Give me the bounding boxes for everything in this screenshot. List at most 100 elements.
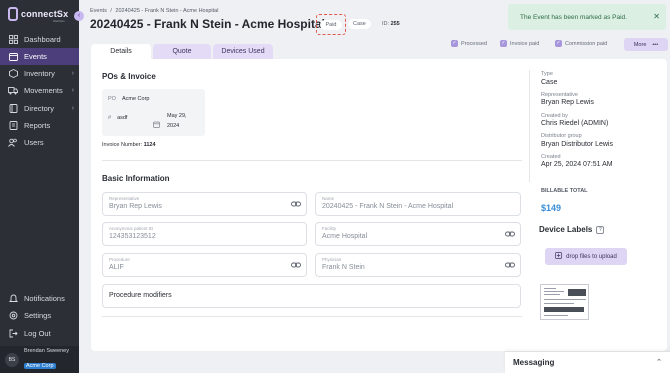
upload-icon <box>555 252 562 261</box>
tab-devices-used[interactable]: Devices Used <box>213 44 273 59</box>
commission-paid-checkbox[interactable]: ✓ Commission paid <box>555 40 607 47</box>
breadcrumb-current: 20240425 - Frank N Stein - Acme Hospital <box>115 8 219 14</box>
po-card[interactable]: PO Acme Corp # asdf May 29, 2024 <box>102 89 205 136</box>
close-icon[interactable]: ✕ <box>653 12 660 21</box>
tab-details[interactable]: Details <box>91 44 151 59</box>
user-name: Brendan Sweeney <box>24 347 69 354</box>
paid-chip: Paid <box>320 19 342 30</box>
representative-field[interactable]: Representative Bryan Rep Lewis <box>102 192 307 216</box>
procedure-modifiers-field[interactable]: Procedure modifiers <box>102 284 521 308</box>
chevron-left-icon[interactable]: ‹ <box>74 11 84 21</box>
invoice-value: 1124 <box>143 142 156 148</box>
procedure-field[interactable]: Procedure ALIF <box>102 253 307 277</box>
field-value: Acme Hospital <box>322 233 368 240</box>
link-icon[interactable] <box>291 261 301 269</box>
divider <box>102 160 522 161</box>
nav-item-logout[interactable]: Log Out <box>0 325 79 342</box>
id-label: ID: <box>382 21 390 27</box>
nav-item-users[interactable]: Users <box>0 134 79 151</box>
user-info: Brendan Sweeney Acme Corp <box>24 348 69 372</box>
nav-label: Dashboard <box>24 35 61 44</box>
more-button[interactable]: More ••• <box>624 38 668 51</box>
truck-icon <box>8 86 18 96</box>
id-chip: ID: 255 <box>377 19 405 29</box>
physician-field[interactable]: Physician Frank N Stein <box>315 253 521 277</box>
nav-item-events[interactable]: Events <box>0 48 79 65</box>
basic-info-title: Basic Information <box>102 174 170 183</box>
nav-item-notifications[interactable]: Notifications <box>0 290 79 307</box>
patient-id-field[interactable]: Anonymous patient ID 124353123512 <box>102 222 307 246</box>
thumb-line <box>544 291 564 292</box>
type-value: Case <box>541 79 558 86</box>
dashboard-icon <box>8 35 18 45</box>
check-icon: ✓ <box>451 40 458 47</box>
created-value: Apr 25, 2024 07:51 AM <box>541 161 613 168</box>
field-label: Physician <box>322 257 342 262</box>
ellipsis-icon: ••• <box>652 41 659 48</box>
po-number-value: asdf <box>117 115 128 121</box>
field-label: Facility <box>322 226 337 231</box>
page-title: 20240425 - Frank N Stein - Acme Hospital <box>90 17 325 31</box>
logo-mark-icon <box>8 7 18 21</box>
nav-item-dashboard[interactable]: Dashboard <box>0 31 79 48</box>
chevron-up-icon[interactable]: ⌃ <box>656 358 662 366</box>
invoice-number: Invoice Number: 1124 <box>102 142 156 148</box>
check-icon: ✓ <box>555 40 562 47</box>
po-number-row: # asdf <box>108 115 127 121</box>
breadcrumb-separator: / <box>110 8 112 14</box>
po-invoice-title: POs & Invoice <box>102 72 156 81</box>
paid-highlight: Paid <box>316 14 346 35</box>
processed-checkbox[interactable]: ✓ Processed <box>451 40 487 47</box>
po-value: Acme Corp <box>121 96 150 102</box>
nav-item-directory[interactable]: Directory › <box>0 100 79 117</box>
field-label: Anonymous patient ID <box>109 226 154 231</box>
field-value: 124353123512 <box>109 233 156 240</box>
thumb-line <box>544 303 574 304</box>
thumb-line <box>544 315 568 316</box>
help-icon[interactable]: ? <box>596 225 605 234</box>
field-label: Name <box>322 196 335 201</box>
nav-item-inventory[interactable]: Inventory › <box>0 65 79 82</box>
calendar-icon <box>153 115 160 133</box>
field-value: Frank N Stein <box>322 264 365 271</box>
device-label-thumbnail[interactable] <box>540 284 589 320</box>
logo-text: connectSx <box>21 9 69 19</box>
type-label: Type <box>541 71 553 77</box>
nav-item-settings[interactable]: Settings <box>0 307 79 324</box>
link-icon[interactable] <box>505 230 515 238</box>
po-date: May 29, 2024 <box>167 111 187 131</box>
case-chip: Case <box>348 19 371 29</box>
breadcrumb-events-link[interactable]: Events <box>90 8 107 14</box>
panel-divider <box>529 70 530 182</box>
device-labels-text: Device Labels <box>539 225 593 234</box>
success-toast: The Event has been marked as Paid. ✕ <box>508 4 666 30</box>
field-value: ALIF <box>109 264 124 271</box>
billable-total-label: BILLABLE TOTAL <box>541 188 588 194</box>
barcode-icon <box>544 307 584 312</box>
calendar-icon <box>8 52 18 62</box>
messaging-panel[interactable]: Messaging ⌃ <box>505 351 670 373</box>
nav-label: Users <box>24 138 44 147</box>
messaging-label: Messaging <box>513 358 555 367</box>
name-field[interactable]: Name 20240425 - Frank N Stein - Acme Hos… <box>315 192 521 216</box>
box-icon <box>8 69 18 79</box>
tab-quote[interactable]: Quote <box>153 44 211 59</box>
nav-label: Movements <box>24 86 63 95</box>
invoice-paid-checkbox[interactable]: ✓ Invoice paid <box>500 40 539 47</box>
user-profile[interactable]: BS Brendan Sweeney Acme Corp <box>0 346 79 373</box>
facility-field[interactable]: Facility Acme Hospital <box>315 222 521 246</box>
link-icon[interactable] <box>505 261 515 269</box>
nav-item-movements[interactable]: Movements › <box>0 82 79 99</box>
status-label: Invoice paid <box>510 40 540 47</box>
po-date-line1: May 29, <box>167 113 187 119</box>
thumb-line <box>544 299 586 300</box>
field-label: Procedure <box>109 257 130 262</box>
nav-item-reports[interactable]: Reports <box>0 117 79 134</box>
book-icon <box>8 104 18 114</box>
link-icon[interactable] <box>291 200 301 208</box>
sidebar: connectSx WebOps Dashboard Events Invent… <box>0 0 79 373</box>
nav-label: Inventory <box>24 69 55 78</box>
field-value: 20240425 - Frank N Stein - Acme Hospital <box>322 203 454 210</box>
upload-button[interactable]: drop files to upload <box>545 248 627 265</box>
status-label: Commission paid <box>565 40 608 47</box>
